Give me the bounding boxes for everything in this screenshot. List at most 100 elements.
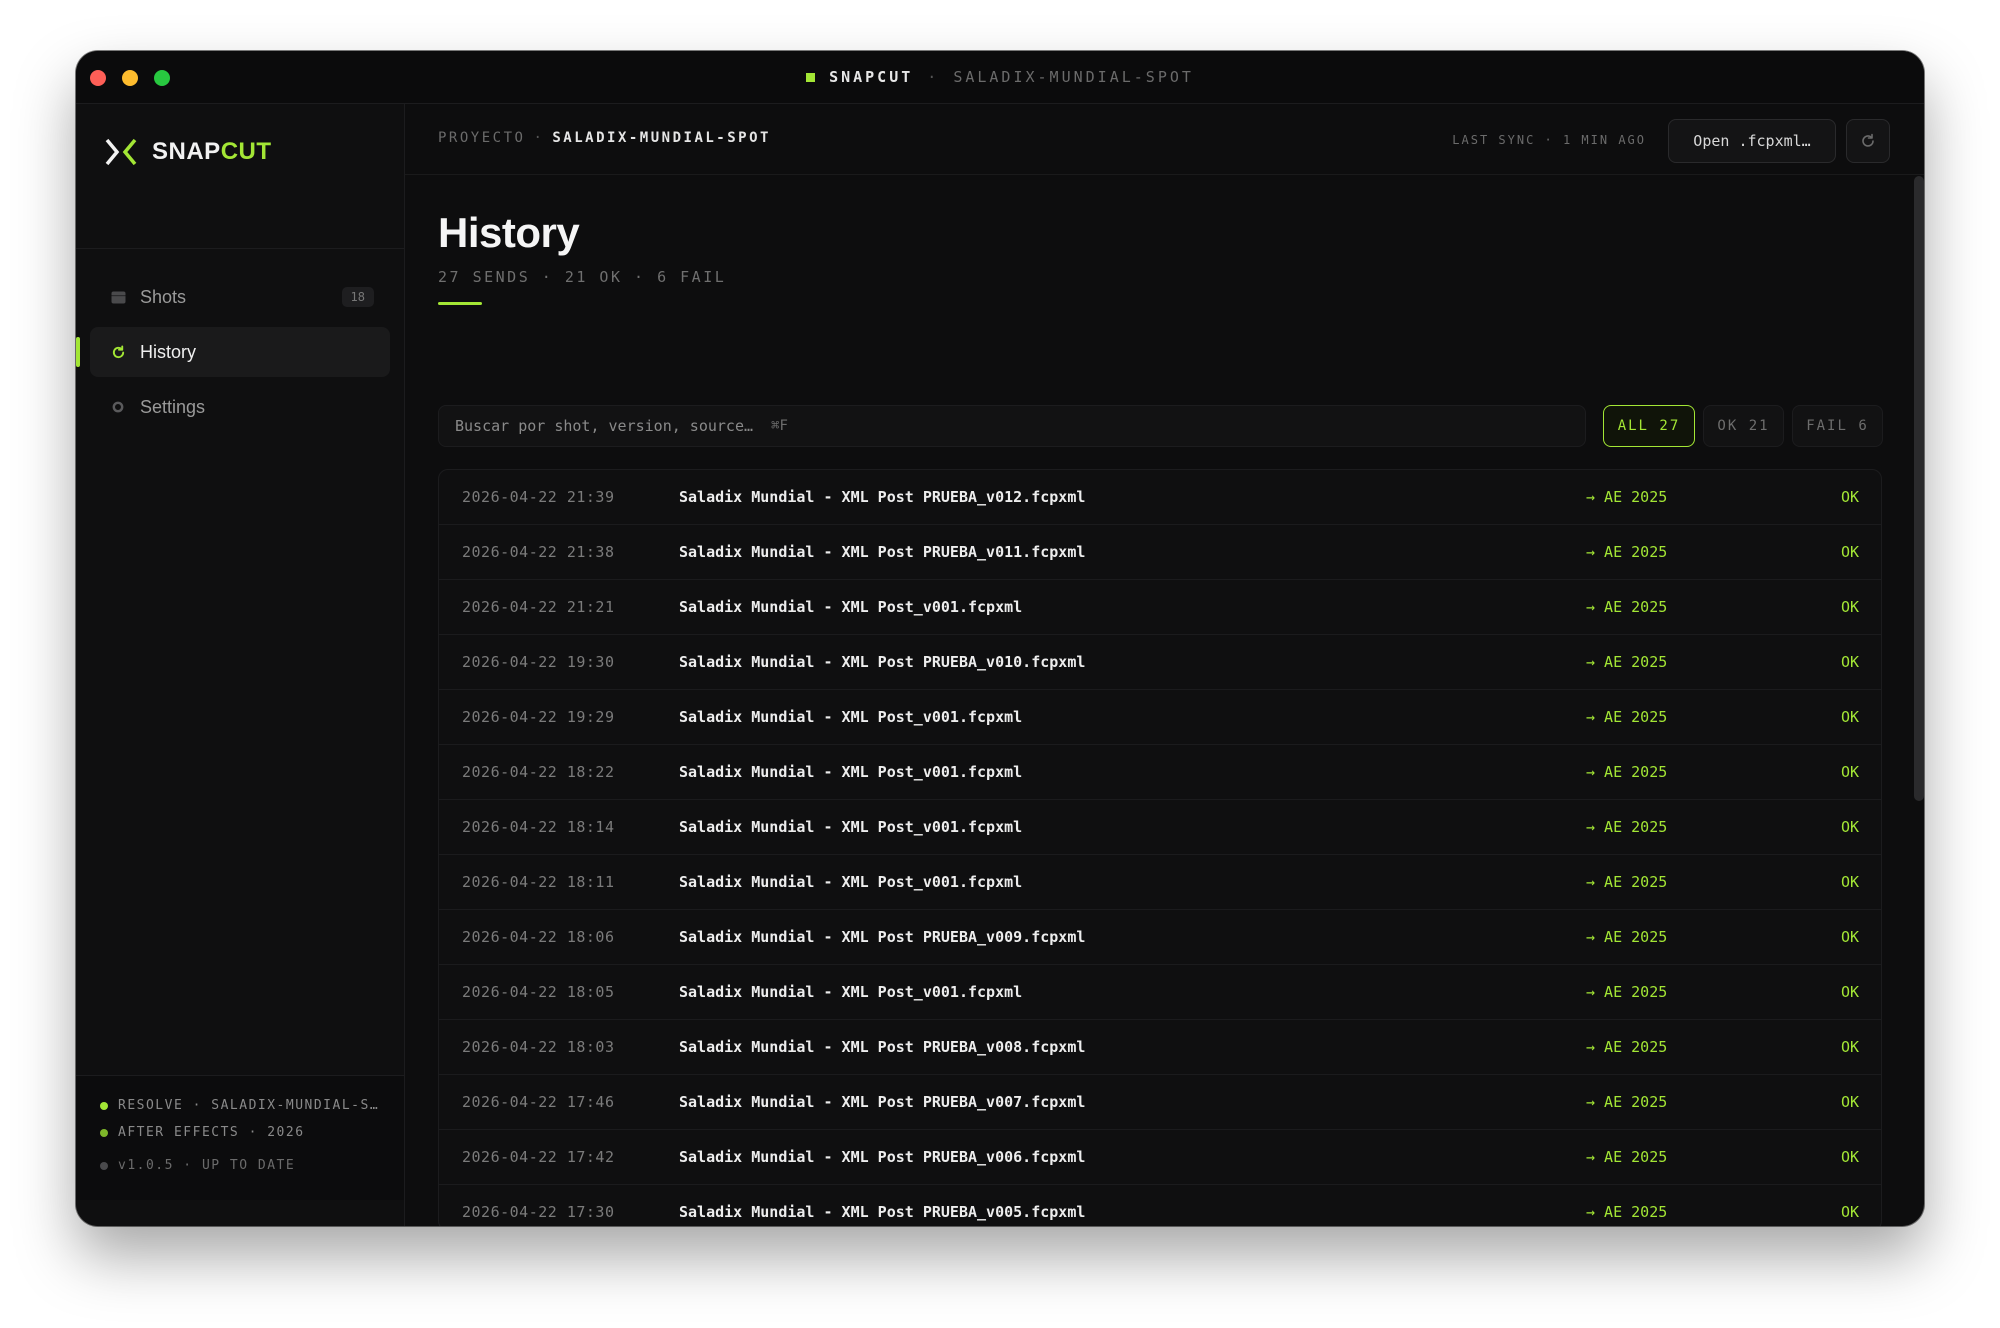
history-row[interactable]: 2026-04-22 18:03 Saladix Mundial - XML Po… (439, 1020, 1881, 1075)
row-timestamp: 2026-04-22 18:06 (462, 928, 615, 946)
title-bar: SNAPCUT · SALADIX-MUNDIAL-SPOT (76, 51, 1924, 104)
row-filename: Saladix Mundial - XML Post_v001.fcpxml (679, 598, 1023, 616)
row-timestamp: 2026-04-22 18:05 (462, 983, 615, 1001)
row-filename: Saladix Mundial - XML Post PRUEBA_v012.f… (679, 488, 1086, 506)
page-title: History (438, 209, 580, 256)
after-effects-status-text: AFTER EFFECTS · 2026 (118, 1125, 305, 1140)
row-destination: → AE 2025 (1586, 1148, 1668, 1166)
shots-icon (110, 289, 126, 305)
sidebar: SNAPCUT Shots 18 History Settings RESOLV… (76, 104, 405, 1226)
row-timestamp: 2026-04-22 17:30 (462, 1203, 615, 1221)
sidebar-item-settings[interactable]: Settings (90, 382, 390, 432)
version-dot-icon (100, 1161, 108, 1170)
history-row[interactable]: 2026-04-22 21:38 Saladix Mundial - XML Po… (439, 525, 1881, 580)
row-filename: Saladix Mundial - XML Post PRUEBA_v009.f… (679, 928, 1086, 946)
row-status: OK (1840, 1093, 1859, 1111)
row-filename: Saladix Mundial - XML Post PRUEBA_v007.f… (679, 1093, 1086, 1111)
row-filename: Saladix Mundial - XML Post_v001.fcpxml (679, 873, 1023, 891)
row-status: OK (1840, 598, 1859, 616)
row-filename: Saladix Mundial - XML Post_v001.fcpxml (679, 708, 1023, 726)
row-destination: → AE 2025 (1586, 598, 1668, 616)
sidebar-item-label: Shots (140, 286, 187, 307)
logo-text-snap: SNAP (152, 138, 221, 165)
row-filename: Saladix Mundial - XML Post PRUEBA_v006.f… (679, 1148, 1086, 1166)
breadcrumb-project: SALADIX-MUNDIAL-SPOT (552, 130, 771, 146)
filter-fail[interactable]: FAIL 6 (1792, 405, 1883, 447)
search-input[interactable]: Buscar por shot, version, source… ⌘F (438, 405, 1586, 447)
title-accent-underline (438, 302, 482, 305)
history-row[interactable]: 2026-04-22 21:21 Saladix Mundial - XML Po… (439, 580, 1881, 635)
row-status: OK (1840, 653, 1859, 671)
history-row[interactable]: 2026-04-22 19:29 Saladix Mundial - XML Po… (439, 690, 1881, 745)
sidebar-item-shots[interactable]: Shots 18 (90, 272, 390, 322)
history-row[interactable]: 2026-04-22 21:39 Saladix Mundial - XML Po… (439, 470, 1881, 525)
row-filename: Saladix Mundial - XML Post_v001.fcpxml (679, 763, 1023, 781)
history-row[interactable]: 2026-04-22 19:30 Saladix Mundial - XML Po… (439, 635, 1881, 690)
settings-icon (110, 399, 126, 415)
row-destination: → AE 2025 (1586, 708, 1668, 726)
row-timestamp: 2026-04-22 21:38 (462, 543, 615, 561)
row-timestamp: 2026-04-22 19:30 (462, 653, 615, 671)
history-icon (110, 344, 126, 360)
window-project-name: SALADIX-MUNDIAL-SPOT (953, 68, 1194, 86)
history-row[interactable]: 2026-04-22 17:30 Saladix Mundial - XML Po… (439, 1185, 1881, 1226)
window-title: SNAPCUT · SALADIX-MUNDIAL-SPOT (76, 51, 1924, 103)
connection-status-panel: RESOLVE · SALADIX-MUNDIAL-S… AFTER EFFEC… (76, 1075, 404, 1200)
row-status: OK (1840, 1148, 1859, 1166)
search-shortcut: ⌘F (771, 418, 788, 434)
history-row[interactable]: 2026-04-22 17:42 Saladix Mundial - XML Po… (439, 1130, 1881, 1185)
row-timestamp: 2026-04-22 17:42 (462, 1148, 615, 1166)
history-row[interactable]: 2026-04-22 18:22 Saladix Mundial - XML Po… (439, 745, 1881, 800)
sidebar-item-label: History (140, 341, 197, 362)
row-status: OK (1840, 543, 1859, 561)
sidebar-item-label: Settings (140, 396, 206, 417)
row-destination: → AE 2025 (1586, 1038, 1668, 1056)
history-row[interactable]: 2026-04-22 18:14 Saladix Mundial - XML Po… (439, 800, 1881, 855)
history-row[interactable]: 2026-04-22 18:11 Saladix Mundial - XML Po… (439, 855, 1881, 910)
row-status: OK (1840, 818, 1859, 836)
row-status: OK (1840, 488, 1859, 506)
row-status: OK (1840, 708, 1859, 726)
window-app-name: SNAPCUT (829, 68, 914, 86)
row-timestamp: 2026-04-22 19:29 (462, 708, 615, 726)
row-timestamp: 2026-04-22 18:22 (462, 763, 615, 781)
scrollbar[interactable] (1914, 176, 1924, 801)
row-timestamp: 2026-04-22 21:39 (462, 488, 615, 506)
open-fcpxml-button[interactable]: Open .fcpxml… (1668, 119, 1836, 163)
window-title-separator: · (927, 68, 940, 86)
row-destination: → AE 2025 (1586, 1093, 1668, 1111)
row-destination: → AE 2025 (1586, 873, 1668, 891)
sidebar-divider (76, 248, 404, 249)
row-timestamp: 2026-04-22 17:46 (462, 1093, 615, 1111)
row-filename: Saladix Mundial - XML Post PRUEBA_v010.f… (679, 653, 1086, 671)
row-destination: → AE 2025 (1586, 1203, 1668, 1221)
history-row[interactable]: 2026-04-22 18:06 Saladix Mundial - XML Po… (439, 910, 1881, 965)
search-placeholder: Buscar por shot, version, source… (455, 417, 754, 435)
app-status-icon (806, 72, 816, 82)
history-row[interactable]: 2026-04-22 18:05 Saladix Mundial - XML Po… (439, 965, 1881, 1020)
version-status: v1.0.5 · UP TO DATE (100, 1158, 295, 1173)
row-destination: → AE 2025 (1586, 818, 1668, 836)
row-destination: → AE 2025 (1586, 983, 1668, 1001)
refresh-icon (1862, 133, 1874, 147)
main-content: PROYECTO · SALADIX-MUNDIAL-SPOT LAST SYNC … (405, 104, 1924, 1226)
row-status: OK (1840, 983, 1859, 1001)
shots-count-badge: 18 (341, 287, 374, 307)
row-destination: → AE 2025 (1586, 928, 1668, 946)
filter-all[interactable]: ALL 27 (1603, 405, 1695, 447)
row-filename: Saladix Mundial - XML Post PRUEBA_v008.f… (679, 1038, 1086, 1056)
row-filename: Saladix Mundial - XML Post_v001.fcpxml (679, 818, 1023, 836)
history-row[interactable]: 2026-04-22 17:46 Saladix Mundial - XML Po… (439, 1075, 1881, 1130)
filter-ok[interactable]: OK 21 (1703, 405, 1784, 447)
row-destination: → AE 2025 (1586, 488, 1668, 506)
last-sync-text: LAST SYNC · 1 MIN AGO (1452, 133, 1646, 147)
row-status: OK (1840, 1038, 1859, 1056)
row-timestamp: 2026-04-22 18:03 (462, 1038, 615, 1056)
history-table: 2026-04-22 21:39 Saladix Mundial - XML Po… (438, 469, 1882, 1226)
resolve-status-text: RESOLVE · SALADIX-MUNDIAL-S… (118, 1098, 380, 1113)
row-status: OK (1840, 1203, 1859, 1221)
row-timestamp: 2026-04-22 18:11 (462, 873, 615, 891)
row-destination: → AE 2025 (1586, 763, 1668, 781)
refresh-button[interactable] (1846, 119, 1890, 163)
sidebar-item-history[interactable]: History (76, 327, 390, 377)
